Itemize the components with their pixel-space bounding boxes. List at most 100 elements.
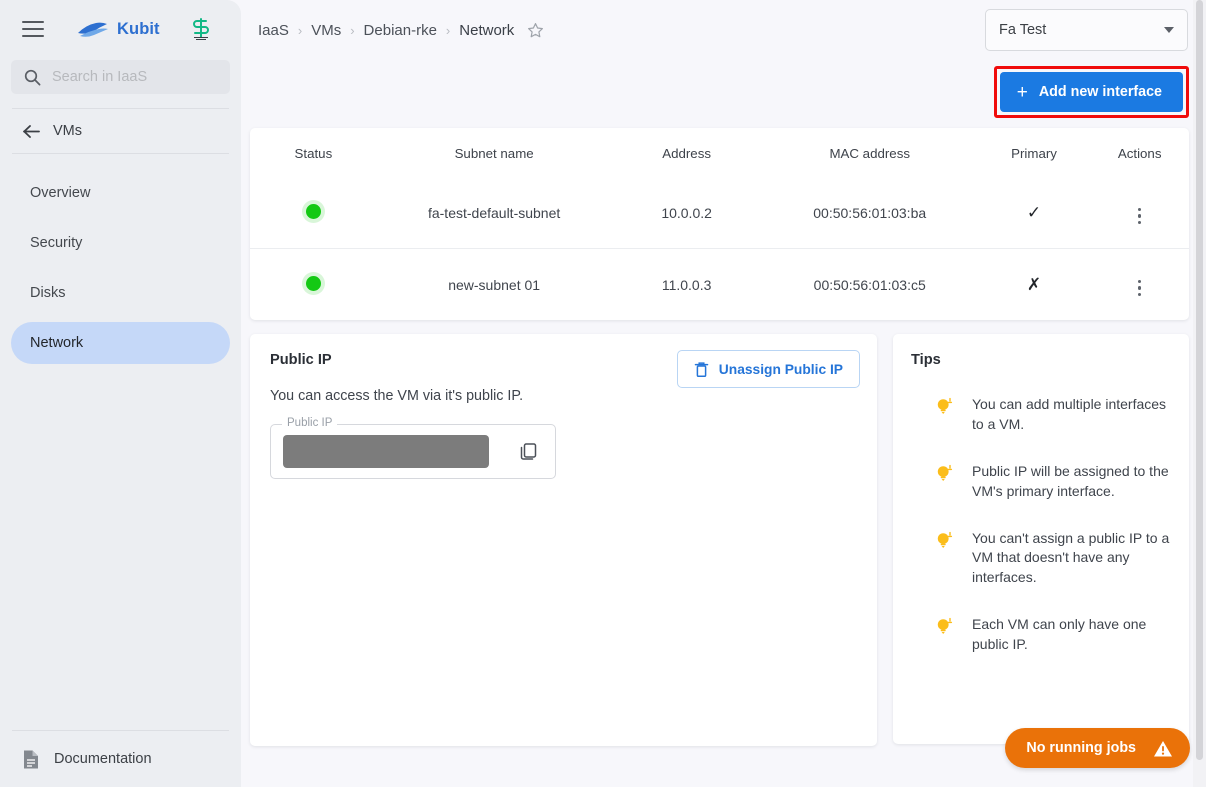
breadcrumb-separator: ›	[350, 22, 355, 38]
scrollbar-thumb[interactable]	[1196, 0, 1203, 760]
tips-title: Tips	[911, 352, 941, 368]
tip-item: Each VM can only have one public IP.	[911, 615, 1171, 655]
cell-actions	[1090, 248, 1189, 321]
breadcrumb-item-iaas[interactable]: IaaS	[258, 22, 289, 39]
tip-item: You can add multiple interfaces to a VM.	[911, 395, 1171, 435]
primary-cross-icon: ✗	[1026, 274, 1042, 294]
search-icon	[24, 69, 41, 85]
tip-item: You can't assign a public IP to a VM tha…	[911, 529, 1171, 589]
cell-actions	[1090, 177, 1189, 249]
interfaces-table-card: Status Subnet name Address MAC address P…	[250, 128, 1189, 321]
sidebar-item-network[interactable]: Network	[11, 322, 230, 364]
search-input[interactable]: Search in IaaS	[11, 60, 230, 94]
breadcrumb-item-network[interactable]: Network	[459, 22, 514, 39]
interfaces-table: Status Subnet name Address MAC address P…	[250, 128, 1189, 321]
breadcrumb-separator: ›	[297, 22, 303, 38]
table-row[interactable]: new-subnet 01 11.0.0.3 00:50:56:01:03:c5…	[250, 248, 1189, 321]
add-new-interface-highlight: + Add new interface	[993, 66, 1189, 118]
sidebar-documentation-label: Documentation	[54, 751, 152, 767]
unassign-public-ip-button[interactable]: Unassign Public IP	[676, 350, 860, 388]
lightbulb-icon	[935, 463, 955, 502]
running-jobs-status-badge[interactable]: No running jobs	[1005, 728, 1190, 768]
topbar-right: Fa Test	[985, 9, 1188, 51]
tips-card: Tips You can add multiple interfaces to	[893, 334, 1189, 744]
tip-text: You can't assign a public IP to a VM tha…	[972, 529, 1170, 586]
plus-icon: +	[1016, 81, 1028, 103]
brand[interactable]: Kubit	[76, 20, 160, 39]
public-ip-field[interactable]: Public IP	[270, 417, 556, 479]
table-row[interactable]: fa-test-default-subnet 10.0.0.2 00:50:56…	[250, 177, 1189, 249]
column-header-primary: Primary	[1011, 146, 1057, 161]
tip-text: Each VM can only have one public IP.	[972, 616, 1147, 652]
cell-address: 10.0.0.2	[661, 204, 712, 221]
lower-panels: Public IP Unassign Public IP You can acc…	[250, 334, 1189, 746]
cell-subnet-name: new-subnet 01	[376, 248, 612, 321]
kubit-boat-icon	[78, 22, 108, 37]
sidebar-item-documentation[interactable]: Documentation	[0, 731, 241, 787]
kebab-menu-icon[interactable]	[1135, 205, 1144, 228]
trash-icon	[694, 361, 709, 377]
lightbulb-icon	[935, 396, 955, 435]
cell-address: 11.0.0.3	[611, 248, 762, 321]
column-header-address: Address	[662, 146, 711, 161]
sidebar-header: Kubit	[0, 0, 241, 58]
cell-mac-address: 00:50:56:01:03:c5	[761, 248, 978, 321]
warning-triangle-icon	[1154, 740, 1172, 756]
breadcrumb-item-vms[interactable]: VMs	[311, 22, 341, 39]
sidebar-item-label: Disks	[30, 285, 66, 301]
main-content: IaaS › VMs › Debian-rke › Network Fa Tes…	[241, 0, 1206, 787]
cell-primary: ✓	[978, 177, 1091, 249]
search-placeholder: Search in IaaS	[52, 69, 148, 85]
hamburger-icon[interactable]	[22, 16, 48, 42]
add-new-interface-button[interactable]: + Add new interface	[999, 72, 1183, 112]
table-header-row: Status Subnet name Address MAC address P…	[250, 128, 1189, 177]
breadcrumb-item-debian-rke[interactable]: Debian-rke	[364, 22, 437, 39]
tip-item: Public IP will be assigned to the VM's p…	[911, 462, 1171, 502]
project-select[interactable]: Fa Test	[985, 9, 1188, 51]
copy-icon[interactable]	[514, 437, 543, 466]
sidebar-back-to-vms[interactable]: VMs	[0, 109, 241, 153]
unassign-public-ip-label: Unassign Public IP	[718, 361, 843, 377]
tip-text: You can add multiple interfaces to a VM.	[972, 396, 1167, 432]
public-ip-card: Public IP Unassign Public IP You can acc…	[250, 334, 877, 746]
sidebar: Kubit Search in IaaS VMs Overview Securi…	[0, 0, 241, 787]
sidebar-item-overview[interactable]: Overview	[11, 172, 230, 214]
sidebar-back-label: VMs	[53, 123, 82, 139]
search-wrapper: Search in IaaS	[0, 60, 241, 94]
kebab-menu-icon[interactable]	[1135, 277, 1144, 300]
primary-check-icon: ✓	[1026, 202, 1042, 222]
column-header-actions: Actions	[1117, 146, 1162, 161]
tip-text: Public IP will be assigned to the VM's p…	[972, 462, 1169, 499]
sidebar-item-disks[interactable]: Disks	[11, 272, 230, 314]
app-root: Kubit Search in IaaS VMs Overview Securi…	[0, 0, 1206, 787]
cell-status	[250, 177, 377, 249]
breadcrumb: IaaS › VMs › Debian-rke › Network	[258, 22, 544, 39]
star-outline-icon[interactable]	[527, 22, 544, 39]
running-jobs-label: No running jobs	[1026, 740, 1136, 756]
column-header-mac-address: MAC address	[829, 146, 910, 161]
add-new-interface-label: Add new interface	[1038, 84, 1162, 100]
sidebar-divider-nav	[12, 153, 229, 154]
brand-name: Kubit	[117, 19, 160, 38]
cell-primary: ✗	[977, 248, 1091, 321]
column-header-status: Status	[294, 146, 333, 161]
topbar: IaaS › VMs › Debian-rke › Network Fa Tes…	[241, 0, 1206, 60]
sidebar-item-label: Overview	[30, 185, 91, 201]
cell-mac-address: 00:50:56:01:03:ba	[813, 204, 927, 221]
lightbulb-icon	[935, 616, 955, 655]
sidebar-item-label: Security	[30, 235, 83, 251]
sidebar-nav: Overview Security Disks Network	[0, 168, 241, 372]
sidebar-item-security[interactable]: Security	[11, 222, 230, 264]
column-header-subnet-name: Subnet name	[454, 146, 534, 161]
status-dot-online	[305, 275, 321, 291]
cell-status	[250, 248, 377, 321]
public-ip-description: You can access the VM via it's public IP…	[270, 388, 524, 404]
s-logo-icon	[192, 18, 209, 40]
public-ip-field-label: Public IP	[282, 417, 338, 429]
status-dot-online	[305, 203, 321, 219]
project-select-value: Fa Test	[999, 22, 1047, 38]
vertical-scrollbar[interactable]	[1193, 0, 1206, 787]
arrow-left-icon	[23, 124, 40, 138]
chevron-down-icon	[1164, 27, 1174, 33]
